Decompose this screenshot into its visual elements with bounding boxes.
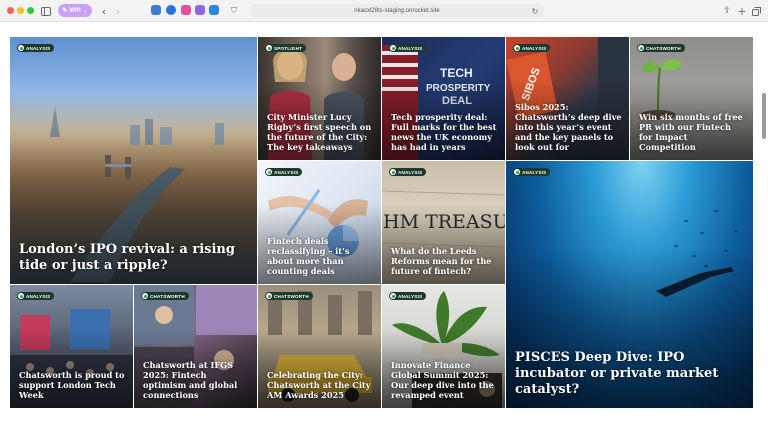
badge-dot-icon bbox=[18, 45, 24, 51]
article-grid: ANALYSIS London’s IPO revival: a rising … bbox=[10, 37, 753, 408]
browser-toolbar: ✎ WIP ⌄ ‹ › ⛉ nkacxl28ts-staging.onrocke… bbox=[0, 0, 768, 22]
article-tile[interactable]: CHATSWORTH Chatsworth at IFGS 2025: Fint… bbox=[134, 285, 257, 408]
url-text: nkacxl28ts-staging.onrocket.site bbox=[354, 7, 440, 14]
category-badge: ANALYSIS bbox=[389, 168, 427, 176]
article-title: Sibos 2025: Chatsworth’s deep dive into … bbox=[515, 102, 622, 152]
article-tile[interactable]: SPOTLIGHT City Minister Lucy Rigby’s fir… bbox=[258, 37, 381, 160]
wip-label: WIP bbox=[69, 7, 81, 14]
article-title: Chatsworth is proud to support London Te… bbox=[19, 370, 125, 400]
category-badge: ANALYSIS bbox=[17, 44, 55, 52]
back-icon[interactable]: ‹ bbox=[99, 4, 109, 18]
forward-icon[interactable]: › bbox=[113, 4, 123, 18]
extension-icon-5[interactable] bbox=[209, 5, 219, 15]
reload-icon[interactable]: ↻ bbox=[530, 4, 540, 18]
article-title: London’s IPO revival: a rising tide or j… bbox=[19, 242, 235, 273]
category-badge: CHATSWORTH bbox=[141, 292, 189, 300]
article-tile[interactable]: ANALYSIS Innovate Finance Global Summit … bbox=[382, 285, 505, 408]
page-scrollbar[interactable] bbox=[762, 93, 766, 139]
article-tile[interactable]: ANALYSIS PISCES Deep Dive: IPO incubator… bbox=[506, 161, 753, 408]
new-tab-icon[interactable]: + bbox=[737, 4, 747, 18]
category-badge: CHATSWORTH bbox=[265, 292, 313, 300]
category-badge: ANALYSIS bbox=[265, 168, 303, 176]
badge-dot-icon bbox=[390, 169, 396, 175]
badge-dot-icon bbox=[142, 293, 148, 299]
minimize-window-button[interactable] bbox=[17, 7, 24, 14]
chevron-down-icon: ⌄ bbox=[82, 8, 88, 14]
badge-dot-icon bbox=[390, 293, 396, 299]
badge-dot-icon bbox=[266, 293, 272, 299]
shield-icon[interactable]: ⛉ bbox=[229, 4, 239, 18]
extension-icon-1[interactable] bbox=[151, 5, 161, 15]
tab-overview-icon[interactable] bbox=[751, 4, 761, 18]
article-tile[interactable]: ANALYSIS Chatsworth is proud to support … bbox=[10, 285, 133, 408]
article-tile[interactable]: CHATSWORTH Celebrating the City: Chatswo… bbox=[258, 285, 381, 408]
article-title: Win six months of free PR with our Finte… bbox=[639, 112, 743, 152]
article-tile[interactable]: SIBOS ANALYSIS Sibos 2025: Chatsworth’s … bbox=[506, 37, 629, 160]
category-badge: SPOTLIGHT bbox=[265, 44, 307, 52]
page-viewport: ANALYSIS London’s IPO revival: a rising … bbox=[0, 23, 768, 432]
article-tile[interactable]: ANALYSIS Fintech deals reclassifying – i… bbox=[258, 161, 381, 284]
extension-icon-4[interactable] bbox=[195, 5, 205, 15]
article-title: City Minister Lucy Rigby’s first speech … bbox=[267, 112, 372, 152]
extension-icon-2[interactable] bbox=[166, 5, 176, 15]
wip-pill-button[interactable]: ✎ WIP ⌄ bbox=[58, 4, 92, 17]
badge-dot-icon bbox=[18, 293, 24, 299]
badge-dot-icon bbox=[514, 45, 520, 51]
article-tile[interactable]: CHATSWORTH Win six months of free PR wit… bbox=[630, 37, 753, 160]
badge-dot-icon bbox=[390, 45, 396, 51]
maximize-window-button[interactable] bbox=[27, 7, 34, 14]
badge-dot-icon bbox=[266, 45, 272, 51]
category-badge: ANALYSIS bbox=[513, 44, 551, 52]
badge-dot-icon bbox=[266, 169, 272, 175]
category-badge: ANALYSIS bbox=[513, 168, 551, 176]
article-title: Fintech deals reclassifying – it’s about… bbox=[267, 236, 350, 276]
category-badge: CHATSWORTH bbox=[637, 44, 685, 52]
close-window-button[interactable] bbox=[7, 7, 14, 14]
article-tile[interactable]: TECH PROSPERITY DEAL ANALYSIS Tech prosp… bbox=[382, 37, 505, 160]
category-badge: ANALYSIS bbox=[17, 292, 55, 300]
badge-dot-icon bbox=[638, 45, 644, 51]
article-title: PISCES Deep Dive: IPO incubator or priva… bbox=[515, 350, 719, 397]
address-bar[interactable]: nkacxl28ts-staging.onrocket.site bbox=[250, 4, 544, 17]
browser-window: ✎ WIP ⌄ ‹ › ⛉ nkacxl28ts-staging.onrocke… bbox=[0, 0, 768, 432]
article-tile[interactable]: HM TREASURY ANALYSIS What do the Leeds R… bbox=[382, 161, 505, 284]
article-title: Celebrating the City: Chatsworth at the … bbox=[267, 370, 371, 400]
wand-icon: ✎ bbox=[62, 8, 68, 14]
svg-text:TECH: TECH bbox=[440, 66, 473, 80]
article-title: What do the Leeds Reforms mean for the f… bbox=[391, 246, 492, 276]
share-icon[interactable]: ⇪ bbox=[722, 4, 732, 18]
article-title: Tech prosperity deal: Full marks for the… bbox=[391, 112, 497, 152]
category-badge: ANALYSIS bbox=[389, 292, 427, 300]
extension-icon-3[interactable] bbox=[181, 5, 191, 15]
article-tile[interactable]: ANALYSIS London’s IPO revival: a rising … bbox=[10, 37, 257, 284]
article-title: Innovate Finance Global Summit 2025: Our… bbox=[391, 360, 494, 400]
article-title: Chatsworth at IFGS 2025: Fintech optimis… bbox=[143, 360, 238, 400]
sidebar-toggle-icon[interactable] bbox=[41, 4, 51, 18]
badge-dot-icon bbox=[514, 169, 520, 175]
category-badge: ANALYSIS bbox=[389, 44, 427, 52]
